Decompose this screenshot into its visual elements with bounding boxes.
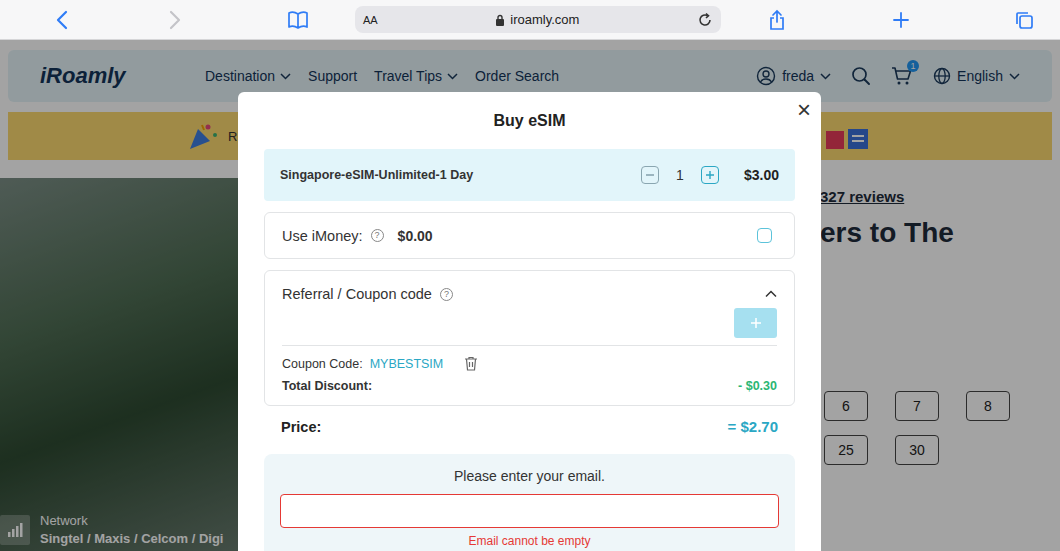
buy-esim-modal: Buy eSIM × Singapore-eSIM-Unlimited-1 Day 1… [238,92,821,551]
price-row: Price: = $2.70 [264,406,795,435]
screen: AA iroamly.com iRoamlyDestination Support… [0,0,1060,551]
discount-label: Total Discount: [282,379,372,393]
forward-icon[interactable] [168,10,182,30]
tabs-icon[interactable] [1014,10,1034,30]
coupon-input[interactable] [282,307,726,339]
price-value: = $2.70 [728,418,778,435]
discount-row: Total Discount: - $0.30 [282,379,777,393]
increase-button[interactable] [701,166,719,184]
trash-icon[interactable] [464,356,478,371]
product-price: $3.00 [744,167,779,183]
minus-icon [645,170,655,180]
url-text: iroamly.com [384,12,691,27]
coupon-code-label: Coupon Code: [282,357,363,371]
imoney-label: Use iMoney: [282,228,363,244]
share-icon[interactable] [768,9,786,31]
price-label: Price: [281,419,321,435]
plus-icon [750,317,762,329]
bookmarks-icon[interactable] [287,10,309,30]
new-tab-icon[interactable] [892,11,910,29]
lock-icon [495,14,505,26]
coupon-code: MYBESTSIM [370,357,444,371]
add-coupon-button[interactable] [734,308,777,338]
quantity-value: 1 [659,167,701,183]
close-button[interactable]: × [797,98,811,122]
coupon-toggle[interactable]: Referral / Coupon code? [282,271,777,302]
imoney-row: Use iMoney:? $0.00 [264,212,795,259]
email-section: Please enter your email. Email cannot be … [264,454,795,551]
web-page: iRoamlyDestination Support Travel Tips O… [0,40,1060,551]
product-row: Singapore-eSIM-Unlimited-1 Day 1 $3.00 [264,149,795,201]
plus-icon [705,170,715,180]
product-name: Singapore-eSIM-Unlimited-1 Day [280,168,641,182]
imoney-checkbox[interactable] [757,228,772,243]
reload-icon[interactable] [697,12,713,28]
browser-toolbar: AA iroamly.com [0,0,1060,40]
discount-value: - $0.30 [738,379,777,393]
quantity-stepper: 1 [641,166,719,184]
email-prompt: Please enter your email. [280,468,779,484]
imoney-amount: $0.00 [398,228,433,244]
help-icon[interactable]: ? [371,229,384,242]
modal-title: Buy eSIM [493,112,565,130]
applied-coupon: Coupon Code: MYBESTSIM [282,356,777,371]
email-error: Email cannot be empty [280,534,779,548]
text-size-button[interactable]: AA [363,14,378,26]
coupon-section: Referral / Coupon code? Coupon Code: MYBES… [264,270,795,406]
decrease-button[interactable] [641,166,659,184]
back-icon[interactable] [55,10,69,30]
help-icon[interactable]: ? [440,288,453,301]
coupon-title: Referral / Coupon code [282,286,432,302]
email-input[interactable] [280,494,779,528]
chevron-icon [765,290,777,298]
address-bar[interactable]: AA iroamly.com [355,6,721,33]
